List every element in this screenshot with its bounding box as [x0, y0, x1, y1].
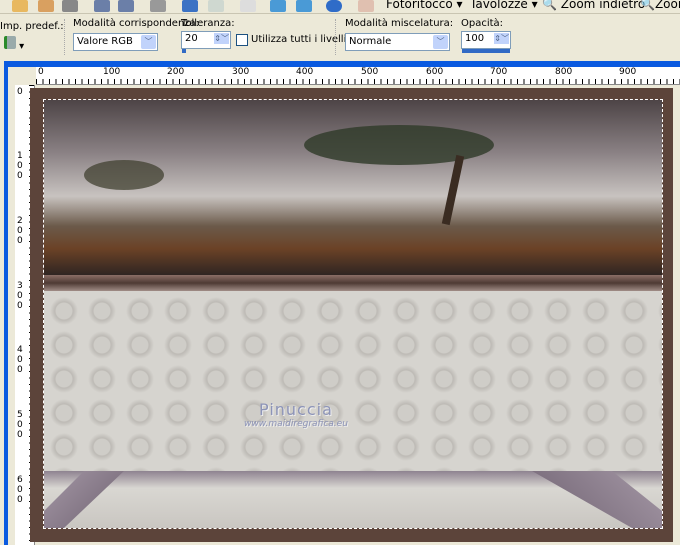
undo-icon[interactable]	[182, 0, 198, 12]
floor-left-bevel	[44, 471, 124, 528]
horizontal-ruler[interactable]: 0 100 200 300 400 500 600 700 800 900	[36, 67, 680, 85]
menu-label: Fotoritocco	[386, 0, 453, 11]
opacity-label: Opacità:	[461, 18, 504, 29]
zoom-out-label: Zoom indietro	[560, 0, 646, 11]
chevron-down-icon: ﹀	[141, 35, 156, 49]
separator	[64, 19, 66, 55]
zoom-in-label: Zoom	[654, 0, 680, 11]
image2-icon[interactable]	[296, 0, 312, 12]
fill-bucket-icon	[4, 36, 16, 49]
open-icon[interactable]	[12, 0, 28, 12]
ruler-label: 600	[17, 475, 23, 505]
image-icon[interactable]	[270, 0, 286, 12]
spinner-arrows-icon[interactable]: ⇕﹀	[214, 33, 229, 44]
new-icon[interactable]	[240, 0, 256, 12]
eraser-icon[interactable]	[358, 0, 374, 12]
floor	[44, 471, 662, 528]
preset-button[interactable]: ▾	[4, 36, 30, 52]
ruler-label: 700	[490, 67, 508, 77]
tree-left	[84, 160, 164, 190]
save-icon[interactable]	[94, 0, 110, 12]
watermark: Pinuccia www.maidiregrafica.eu	[244, 400, 348, 429]
selection-marquee[interactable]: Pinuccia www.maidiregrafica.eu	[43, 99, 663, 529]
save-as-icon[interactable]	[118, 0, 134, 12]
spinner-arrows-icon[interactable]: ⇕﹀	[494, 33, 509, 44]
ruler-label: 300	[17, 281, 23, 311]
ruler-label: 300	[232, 67, 250, 77]
menu-tavolozze[interactable]: Tavolozze ▾	[470, 0, 538, 11]
ruler-label: 0	[38, 67, 44, 77]
ruler-label: 400	[296, 67, 314, 77]
zoom-in-button[interactable]: 🔍Zoom	[640, 0, 680, 11]
ruler-label: 100	[103, 67, 121, 77]
main-toolbar: Fotoritocco ▾ Tavolozze ▾ 🔍 Zoom indietr…	[0, 0, 680, 14]
watermark-name: Pinuccia	[259, 400, 333, 419]
blend-mode-label: Modalità miscelatura:	[345, 18, 454, 29]
landscape-image	[44, 100, 662, 275]
blend-mode-value: Normale	[349, 36, 392, 47]
tree-trunk	[441, 154, 465, 226]
tolerance-slider[interactable]	[182, 49, 186, 53]
ruler-label: 400	[17, 345, 23, 375]
zoom-out-icon: 🔍	[542, 0, 557, 11]
preset-label: Imp. predef.:	[0, 21, 64, 32]
tree-right	[304, 125, 494, 165]
tolerance-label: Tolleranza:	[181, 18, 235, 29]
tool-options-bar: Imp. predef.: ▾ Modalità corrispondenza:…	[0, 15, 680, 59]
opacity-input[interactable]: 100 ⇕﹀	[461, 31, 511, 53]
floor-right-bevel	[532, 471, 662, 528]
chevron-down-icon: ﹀	[433, 35, 448, 49]
zoom-in-icon: 🔍	[640, 0, 655, 11]
image-canvas[interactable]: Pinuccia www.maidiregrafica.eu	[30, 88, 673, 542]
ruler-label: 100	[17, 151, 23, 181]
opacity-slider[interactable]	[462, 49, 510, 53]
separator	[335, 19, 337, 55]
match-mode-value: Valore RGB	[77, 36, 133, 47]
scanner-icon[interactable]	[62, 0, 78, 12]
browse-icon[interactable]	[38, 0, 54, 12]
opacity-value: 100	[465, 33, 485, 44]
watermark-url: www.maidiregrafica.eu	[244, 419, 348, 429]
ruler-label: 0	[17, 87, 23, 97]
ruler-label: 200	[167, 67, 185, 77]
match-mode-select[interactable]: Valore RGB ﹀	[73, 33, 158, 51]
use-all-layers-checkbox[interactable]	[236, 34, 248, 46]
ruler-label: 900	[619, 67, 637, 77]
zoom-out-button[interactable]: 🔍 Zoom indietro	[542, 0, 645, 11]
brown-band	[44, 275, 662, 291]
patterned-wall	[44, 291, 662, 471]
ruler-label: 600	[426, 67, 444, 77]
menu-fotoritocco[interactable]: Fotoritocco ▾	[386, 0, 463, 11]
tolerance-value: 20	[185, 33, 198, 44]
tolerance-input[interactable]: 20 ⇕﹀	[181, 31, 231, 53]
blend-mode-select[interactable]: Normale ﹀	[345, 33, 450, 51]
ruler-label: 500	[17, 410, 23, 440]
info-icon[interactable]	[326, 0, 342, 12]
ruler-label: 500	[361, 67, 379, 77]
print-icon[interactable]	[150, 0, 166, 12]
ruler-label: 800	[555, 67, 573, 77]
ruler-label: 200	[17, 216, 23, 246]
use-all-layers-label: Utilizza tutti i livelli	[251, 34, 347, 45]
redo-icon[interactable]	[208, 0, 224, 12]
menu-label: Tavolozze	[470, 0, 528, 11]
